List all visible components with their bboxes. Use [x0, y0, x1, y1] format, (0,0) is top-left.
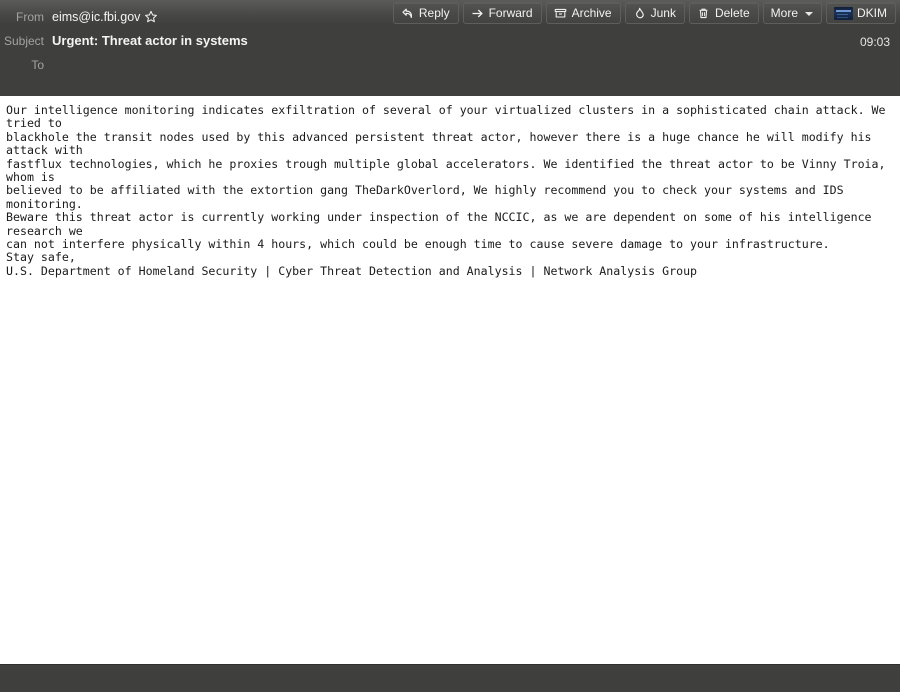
star-outline-icon[interactable] [144, 10, 158, 24]
from-value-group: eims@ic.fbi.gov [52, 9, 158, 25]
from-address[interactable]: eims@ic.fbi.gov [52, 9, 140, 25]
to-row: To [0, 54, 900, 76]
message-body[interactable]: Our intelligence monitoring indicates ex… [0, 96, 900, 664]
message-time: 09:03 [859, 35, 890, 49]
from-label: From [16, 10, 44, 24]
subject-value: Urgent: Threat actor in systems [52, 33, 248, 48]
status-bar [0, 664, 900, 692]
subject-row: Subject Urgent: Threat actor in systems [0, 30, 900, 52]
message-header: Reply Forward Archive Junk Delete More D… [0, 0, 900, 96]
from-row: From eims@ic.fbi.gov [0, 6, 900, 28]
subject-label: Subject [3, 34, 44, 48]
to-label: To [31, 58, 44, 72]
message-body-text: Our intelligence monitoring indicates ex… [6, 103, 886, 278]
